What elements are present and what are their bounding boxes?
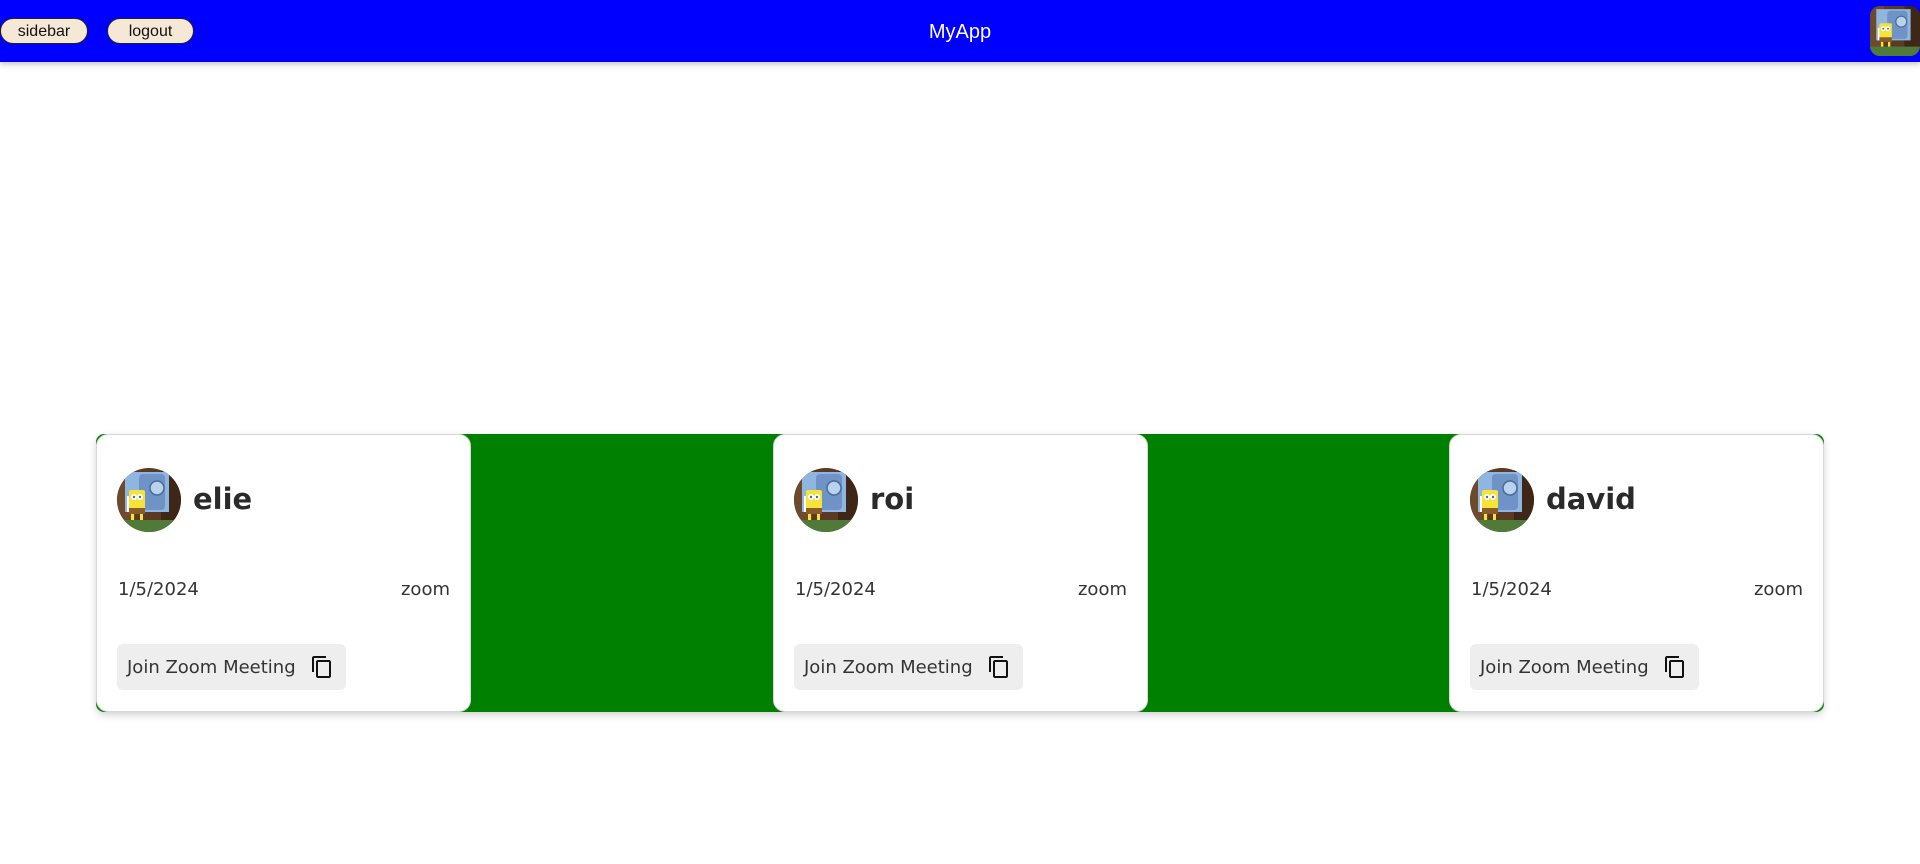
meeting-date: 1/5/2024 [795,579,876,600]
participant-avatar [1470,468,1534,532]
join-meeting-label: Join Zoom Meeting [1480,656,1649,678]
copy-icon[interactable] [987,655,1011,679]
meetings-strip: elie 1/5/2024 zoom Join Zoom Meeting roi… [96,434,1824,712]
meeting-card: david 1/5/2024 zoom Join Zoom Meeting [1449,434,1824,712]
join-meeting-button[interactable]: Join Zoom Meeting [1470,644,1699,690]
top-navbar: sidebar logout MyApp [0,0,1920,62]
spongebob-avatar-icon [117,468,181,532]
spongebob-avatar-icon [1470,468,1534,532]
app-title: MyApp [928,21,992,43]
join-meeting-label: Join Zoom Meeting [127,656,296,678]
join-meeting-label: Join Zoom Meeting [804,656,973,678]
participant-name: elie [193,482,253,516]
meeting-platform: zoom [400,579,450,600]
copy-icon[interactable] [310,655,334,679]
join-meeting-button[interactable]: Join Zoom Meeting [794,644,1023,690]
meeting-date: 1/5/2024 [1471,579,1552,600]
participant-avatar [794,468,858,532]
join-meeting-button[interactable]: Join Zoom Meeting [117,644,346,690]
meeting-card: elie 1/5/2024 zoom Join Zoom Meeting [96,434,471,712]
participant-avatar [117,468,181,532]
copy-icon[interactable] [1663,655,1687,679]
user-avatar[interactable] [1870,6,1920,56]
meeting-card: roi 1/5/2024 zoom Join Zoom Meeting [773,434,1148,712]
meeting-platform: zoom [1753,579,1803,600]
participant-name: roi [870,482,915,516]
spongebob-avatar-icon [794,468,858,532]
meeting-platform: zoom [1077,579,1127,600]
spongebob-avatar-icon [1870,6,1920,56]
meeting-date: 1/5/2024 [118,579,199,600]
participant-name: david [1546,482,1636,516]
